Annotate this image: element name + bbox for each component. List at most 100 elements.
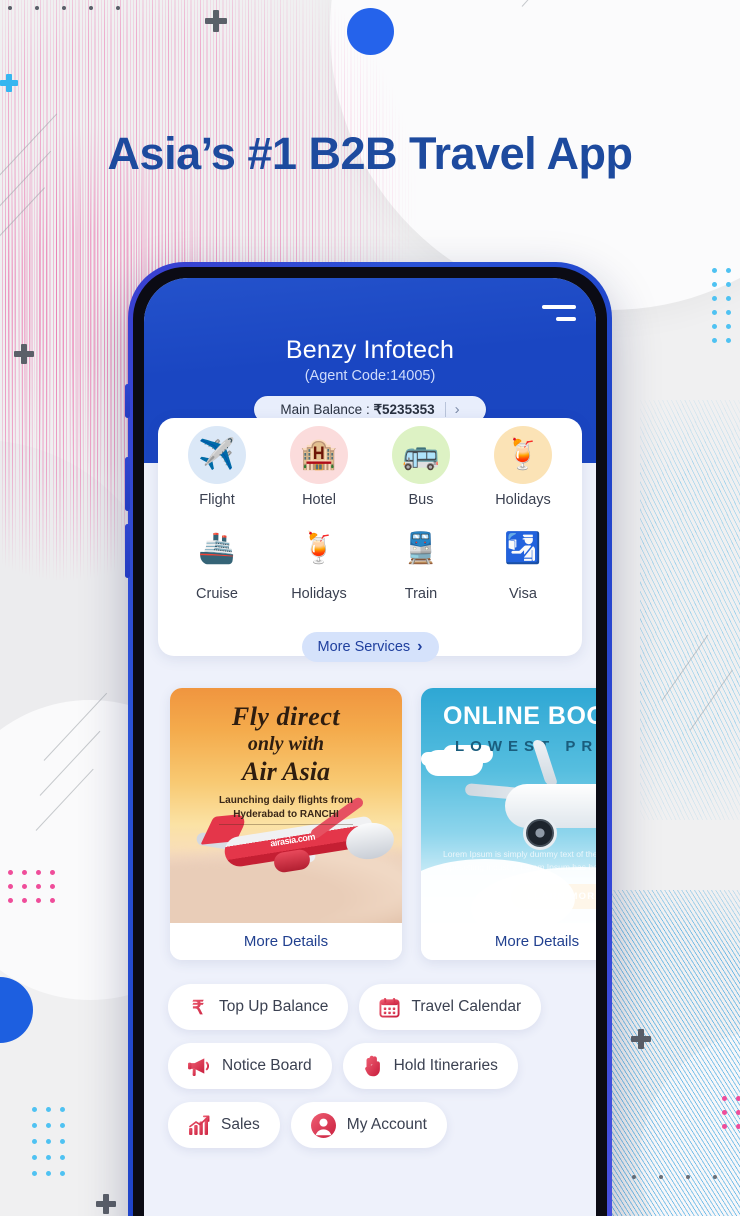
service-item-bus[interactable]: 🚌 Bus	[370, 426, 472, 516]
decor-dot	[32, 1171, 37, 1176]
decor-blue-wave-blob	[600, 890, 740, 1216]
service-item-label: Bus	[408, 492, 434, 508]
service-item-cruise-2[interactable]: 🚢 Cruise	[166, 516, 268, 610]
decor-dot	[60, 1155, 65, 1160]
decor-dot	[8, 870, 13, 875]
decor-dot	[60, 1123, 65, 1128]
quick-action-label: Sales	[221, 1116, 260, 1133]
services-card: ✈️ Flight 🏨 Hotel 🚌 Bus 🍹 Holidays 🚢 Cruise 🍹 Holid…	[158, 418, 582, 662]
megaphone-icon	[188, 1056, 211, 1076]
decor-dot	[60, 1139, 65, 1144]
quick-action-label: My Account	[346, 1116, 427, 1133]
quick-action-travel-calendar[interactable]: Travel Calendar	[359, 984, 542, 1030]
decor-dot	[726, 268, 731, 273]
services-grid: ✈️ Flight 🏨 Hotel 🚌 Bus 🍹 Holidays 🚢 Cruise 🍹 Holid…	[166, 426, 574, 610]
decor-dot	[8, 6, 12, 10]
quick-action-my-account[interactable]: My Account	[290, 1102, 447, 1148]
decor-dot	[726, 310, 731, 315]
service-item-train-2[interactable]: 🚆 Train	[370, 516, 472, 610]
hamburger-menu-icon[interactable]	[542, 303, 576, 323]
service-item-label: Train	[404, 586, 438, 602]
service-item-label: Flight	[199, 492, 235, 508]
decor-plus-icon	[0, 74, 18, 92]
service-item-label: Holidays	[291, 586, 347, 602]
decor-dot	[712, 310, 717, 315]
decor-dot	[32, 1107, 37, 1112]
promo-card-online-booking[interactable]: ONLINE BOOKING LOWEST PRICE Lorem Ipsum …	[421, 688, 596, 960]
quick-action-sales[interactable]: Sales	[168, 1102, 280, 1148]
quick-action-row: ₹ Top Up Balance Travel Calendar	[168, 984, 596, 1030]
decor-dot	[712, 268, 717, 273]
decor-dot	[722, 1110, 727, 1115]
promo-online-booking-more-details[interactable]: More Details	[421, 923, 596, 960]
bus-icon: 🚌	[392, 426, 450, 484]
more-services-button[interactable]: More Services ›	[301, 632, 439, 662]
passport-icon: 🛂	[504, 532, 542, 565]
service-item-holidays-2[interactable]: 🍹 Holidays	[268, 516, 370, 610]
service-item-label: Holidays	[495, 492, 551, 508]
decor-dot	[726, 296, 731, 301]
quick-action-label: Top Up Balance	[219, 998, 329, 1015]
user-avatar-icon	[310, 1112, 336, 1138]
decor-dot	[32, 1123, 37, 1128]
bar-chart-icon	[188, 1115, 210, 1136]
service-item-visa-2[interactable]: 🛂 Visa	[472, 516, 574, 610]
phone-volume-down-button[interactable]	[125, 524, 130, 578]
airasia-subtitle-line2: Hyderabad to RANCHI	[233, 808, 339, 820]
app-title: Benzy Infotech	[285, 336, 455, 364]
page-headline: Asia’s #1 B2B Travel App	[107, 128, 633, 179]
decor-dot	[46, 1139, 51, 1144]
quick-action-notice-board[interactable]: Notice Board	[168, 1043, 332, 1089]
decor-dot	[62, 6, 66, 10]
decor-dot	[632, 1175, 636, 1179]
chevron-right-icon: ›	[417, 638, 423, 655]
balance-chevron-icon[interactable]: ›	[455, 402, 460, 417]
online-booking-title: ONLINE BOOKING	[443, 702, 596, 730]
decor-dot	[32, 1139, 37, 1144]
phone-mockup: Benzy Infotech (Agent Code:14005) Main B…	[125, 262, 612, 1216]
quick-action-label: Notice Board	[222, 1057, 312, 1074]
decor-dot	[46, 1107, 51, 1112]
decor-dot	[60, 1171, 65, 1176]
decor-dot	[736, 1110, 740, 1115]
main-balance-label: Main Balance :	[280, 401, 374, 417]
quick-actions: ₹ Top Up Balance Travel Calendar Notice Boa…	[144, 960, 596, 1171]
decor-blue-wave-blob-2	[640, 400, 740, 820]
promo-carousel[interactable]: airasia.com Fly direct only with Air Asi…	[144, 656, 596, 960]
quick-action-top-up-balance[interactable]: ₹ Top Up Balance	[168, 984, 349, 1030]
decor-plus-icon	[96, 1194, 116, 1214]
main-balance-text: Main Balance : ₹5235353	[280, 402, 434, 418]
calendar-icon	[379, 997, 400, 1018]
balance-divider	[444, 402, 446, 417]
decor-dot	[712, 338, 717, 343]
cocktail-icon: 🍹	[300, 532, 338, 565]
online-booking-plane-illustration	[464, 740, 596, 850]
cocktail-icon: 🍹	[494, 426, 552, 484]
phone-mute-switch[interactable]	[125, 384, 130, 418]
promo-card-airasia[interactable]: airasia.com Fly direct only with Air Asi…	[170, 688, 402, 960]
decor-dot	[659, 1175, 663, 1179]
rupee-icon: ₹	[188, 996, 208, 1018]
promo-airasia-more-details[interactable]: More Details	[170, 923, 402, 960]
decor-dot	[722, 1124, 727, 1129]
decor-dot	[46, 1171, 51, 1176]
decor-dot	[22, 898, 27, 903]
decor-plus-icon	[205, 10, 227, 32]
decor-dot	[736, 1096, 740, 1101]
decor-dot	[50, 884, 55, 889]
phone-screen: Benzy Infotech (Agent Code:14005) Main B…	[144, 278, 596, 1216]
service-item-holidays[interactable]: 🍹 Holidays	[472, 426, 574, 516]
decor-dot	[46, 1123, 51, 1128]
service-item-flight[interactable]: ✈️ Flight	[166, 426, 268, 516]
agent-code: (Agent Code:14005)	[304, 368, 436, 384]
decor-dot	[712, 324, 717, 329]
decor-dot	[686, 1175, 690, 1179]
ship-icon: 🚢	[198, 532, 236, 565]
service-item-hotel[interactable]: 🏨 Hotel	[268, 426, 370, 516]
airplane-icon: ✈️	[188, 426, 246, 484]
quick-action-hold-itineraries[interactable]: Hold Itineraries	[342, 1043, 518, 1089]
decor-dot	[726, 338, 731, 343]
decor-dot	[35, 6, 39, 10]
decor-dot	[60, 1107, 65, 1112]
phone-volume-up-button[interactable]	[125, 457, 130, 511]
